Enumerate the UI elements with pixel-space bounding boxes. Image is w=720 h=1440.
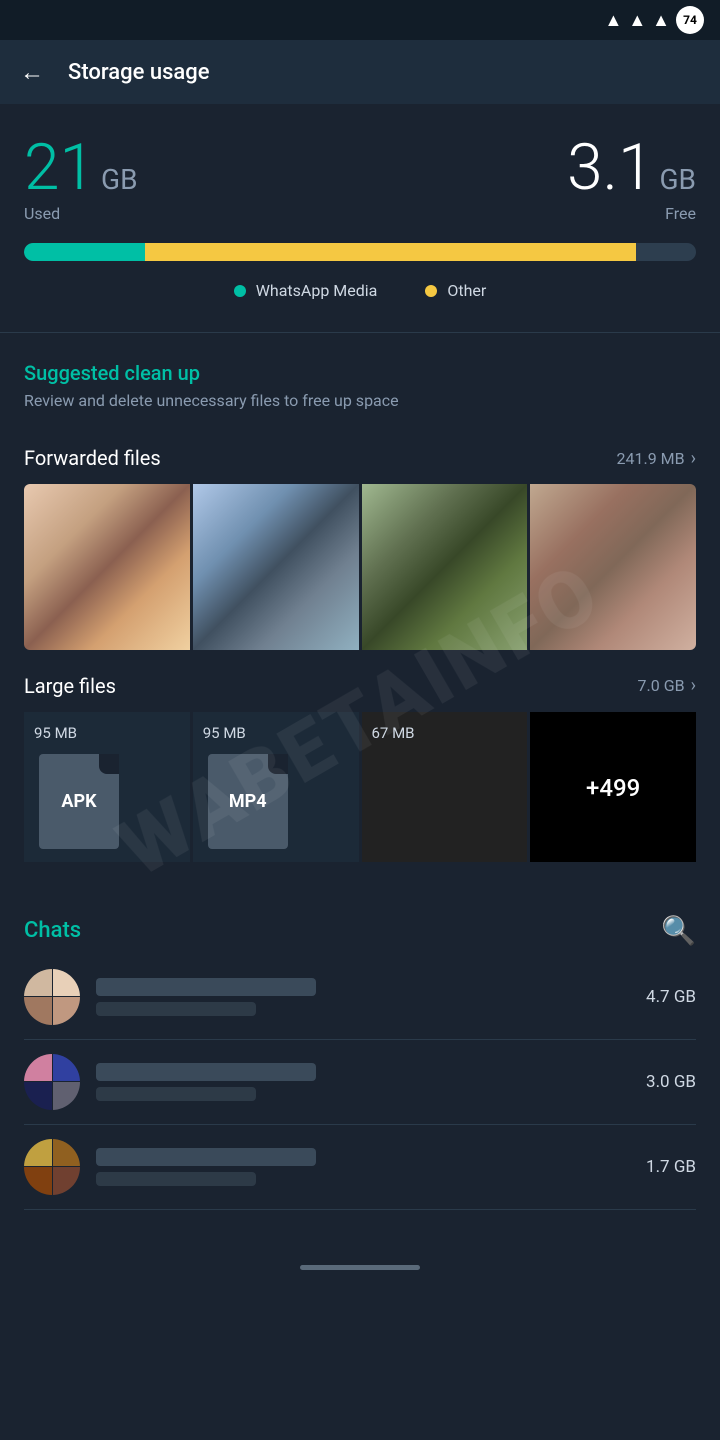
section-chats: Chats 🔍 4.7 GB 3.0 GB — [0, 890, 720, 1210]
back-button[interactable]: ← — [20, 58, 44, 87]
large-file-mp4[interactable]: 95 MB MP4 — [193, 712, 359, 862]
section-large-files[interactable]: Large files 7.0 GB › 95 MB APK 95 MB MP4 — [0, 674, 720, 862]
whatsapp-legend-label: WhatsApp Media — [256, 281, 378, 300]
free-unit: GB — [659, 163, 696, 196]
avatar-quad — [53, 1054, 81, 1082]
large-files-size: 7.0 GB — [638, 676, 685, 695]
top-bar: ← Storage usage — [0, 40, 720, 104]
chat-size-3: 1.7 GB — [646, 1157, 696, 1177]
storage-used: 21 GB Used — [24, 136, 138, 223]
large-file-dark[interactable]: 67 MB — [362, 712, 528, 862]
forwarded-files-header[interactable]: Forwarded files 241.9 MB › — [24, 446, 696, 470]
free-label: Free — [665, 204, 696, 223]
chat-name-blur-2 — [96, 1063, 316, 1081]
storage-legend: WhatsApp Media Other — [24, 281, 696, 300]
thumbnail-2[interactable] — [193, 484, 359, 650]
dark-file-size: 67 MB — [372, 724, 415, 742]
suggested-subtitle: Review and delete unnecessary files to f… — [24, 391, 696, 410]
chat-item-2[interactable]: 3.0 GB — [24, 1040, 696, 1125]
avatar-quad — [24, 1082, 52, 1110]
signal1-icon: ▲ — [628, 10, 646, 31]
avatar-quad — [24, 1054, 52, 1082]
large-file-more[interactable]: +499 — [530, 712, 696, 862]
chat-item-3[interactable]: 1.7 GB — [24, 1125, 696, 1210]
chat-name-blur-1 — [96, 978, 316, 996]
chat-avatar-3 — [24, 1139, 80, 1195]
chat-sub-blur-2 — [96, 1087, 256, 1101]
apk-label: APK — [61, 791, 96, 812]
storage-free: 3.1 GB Free — [567, 136, 696, 223]
home-indicator — [0, 1250, 720, 1286]
progress-whatsapp — [24, 243, 145, 261]
large-file-apk[interactable]: 95 MB APK — [24, 712, 190, 862]
thumbnail-1[interactable] — [24, 484, 190, 650]
chat-avatar-2 — [24, 1054, 80, 1110]
storage-overview: 21 GB Used 3.1 GB Free WhatsApp Media Ot… — [0, 104, 720, 332]
chat-item-1[interactable]: 4.7 GB — [24, 955, 696, 1040]
chat-name-blur-3 — [96, 1148, 316, 1166]
wifi-icon: ▲ — [605, 10, 623, 31]
legend-whatsapp: WhatsApp Media — [234, 281, 378, 300]
signal2-icon: ▲ — [652, 10, 670, 31]
used-unit: GB — [101, 163, 138, 196]
mp4-icon: MP4 — [203, 752, 293, 852]
section-suggested: Suggested clean up Review and delete unn… — [0, 333, 720, 426]
battery-badge: 74 — [676, 6, 704, 34]
home-bar — [300, 1265, 420, 1270]
large-files-chevron: › — [691, 675, 696, 696]
thumbnail-3[interactable] — [362, 484, 528, 650]
battery-label: 74 — [683, 13, 697, 27]
chat-size-1: 4.7 GB — [646, 987, 696, 1007]
thumbnail-4[interactable] — [530, 484, 696, 650]
large-files-label: Large files — [24, 674, 116, 698]
avatar-quad — [24, 1167, 52, 1195]
avatar-quad — [53, 1082, 81, 1110]
large-files-grid[interactable]: 95 MB APK 95 MB MP4 67 MB +499 — [24, 712, 696, 862]
chat-sub-blur-1 — [96, 1002, 256, 1016]
used-label: Used — [24, 204, 138, 223]
large-files-header[interactable]: Large files 7.0 GB › — [24, 674, 696, 698]
whatsapp-dot — [234, 285, 246, 297]
suggested-title: Suggested clean up — [24, 361, 696, 385]
progress-other — [145, 243, 636, 261]
more-files-label: +499 — [586, 774, 640, 802]
legend-other: Other — [425, 281, 486, 300]
mp4-size: 95 MB — [203, 724, 246, 742]
forwarded-files-label: Forwarded files — [24, 446, 161, 470]
avatar-quad — [53, 969, 81, 997]
chat-sub-blur-3 — [96, 1172, 256, 1186]
avatar-quad — [24, 997, 52, 1025]
forwarded-thumbnails[interactable] — [24, 484, 696, 650]
section-forwarded[interactable]: Forwarded files 241.9 MB › — [0, 426, 720, 650]
other-legend-label: Other — [447, 281, 486, 300]
storage-numbers: 21 GB Used 3.1 GB Free — [24, 136, 696, 223]
apk-size: 95 MB — [34, 724, 77, 742]
avatar-quad — [53, 1139, 81, 1167]
chat-info-3 — [96, 1148, 630, 1186]
status-icons: ▲ ▲ ▲ 74 — [605, 6, 704, 34]
other-dot — [425, 285, 437, 297]
forwarded-files-size: 241.9 MB — [617, 449, 685, 468]
chats-title: Chats — [24, 918, 81, 943]
avatar-quad — [24, 969, 52, 997]
search-icon[interactable]: 🔍 — [661, 914, 696, 947]
status-bar: ▲ ▲ ▲ 74 — [0, 0, 720, 40]
free-number: 3.1 — [567, 136, 653, 200]
forwarded-files-size-area[interactable]: 241.9 MB › — [617, 448, 697, 469]
chats-header: Chats 🔍 — [24, 914, 696, 947]
chat-info-1 — [96, 978, 630, 1016]
avatar-quad — [24, 1139, 52, 1167]
chat-size-2: 3.0 GB — [646, 1072, 696, 1092]
apk-icon: APK — [34, 752, 124, 852]
avatar-quad — [53, 997, 81, 1025]
forwarded-files-chevron: › — [691, 448, 696, 469]
chat-avatar-1 — [24, 969, 80, 1025]
storage-progress-bar — [24, 243, 696, 261]
chat-info-2 — [96, 1063, 630, 1101]
mp4-label: MP4 — [229, 791, 267, 812]
large-files-size-area[interactable]: 7.0 GB › — [638, 675, 696, 696]
avatar-quad — [53, 1167, 81, 1195]
page-title: Storage usage — [68, 60, 210, 85]
used-number: 21 — [24, 136, 95, 200]
